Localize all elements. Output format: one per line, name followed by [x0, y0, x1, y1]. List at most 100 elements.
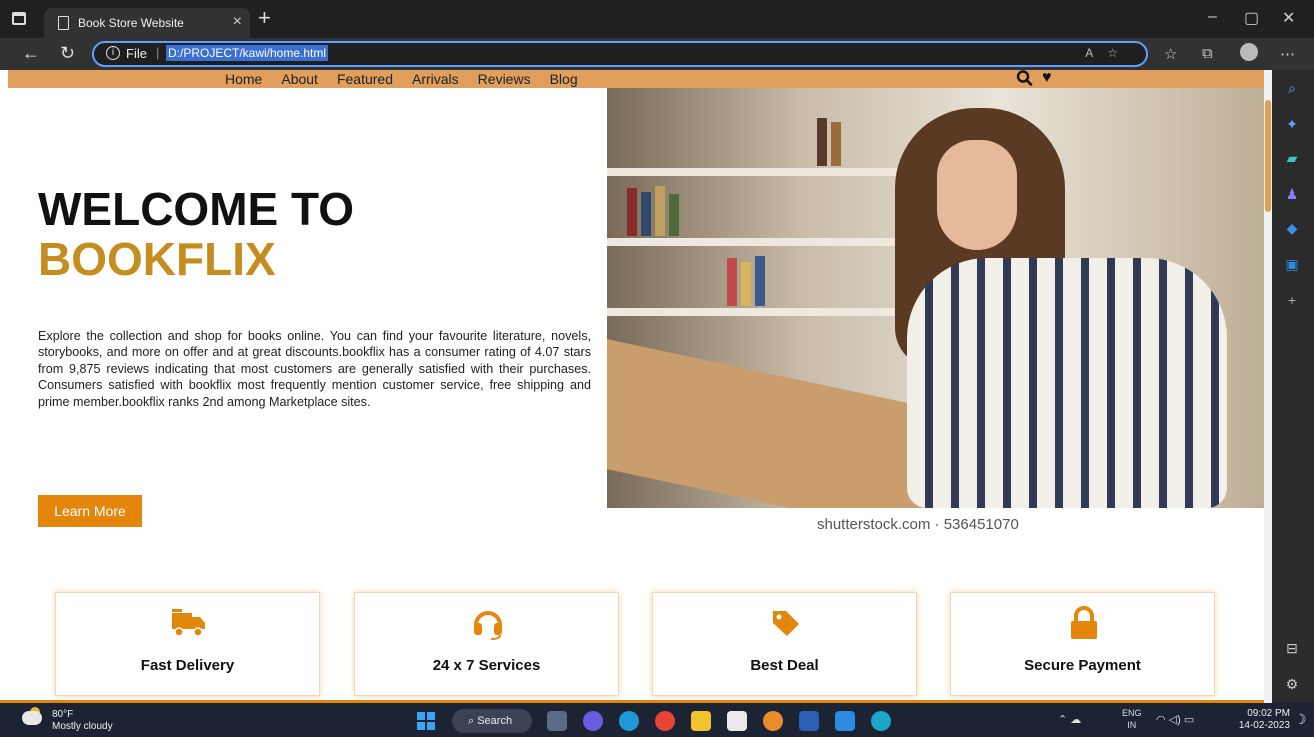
truck-icon	[172, 609, 205, 637]
feature-card-services: 24 x 7 Services	[354, 592, 619, 696]
copilot-icon[interactable]: ✦	[1284, 116, 1300, 132]
image-book	[627, 188, 637, 236]
image-book	[755, 256, 765, 306]
collections-icon[interactable]: ⧉	[1202, 45, 1213, 62]
image-book	[831, 122, 841, 166]
task-view-icon[interactable]	[547, 711, 567, 731]
favorites-icon[interactable]: ☆	[1164, 45, 1177, 63]
add-sidebar-app-icon[interactable]: +	[1284, 292, 1300, 308]
address-scheme: File	[126, 46, 147, 61]
weather-desc: Mostly cloudy	[52, 721, 113, 732]
address-separator: |	[156, 45, 160, 60]
language-indicator[interactable]: ENG IN	[1122, 707, 1142, 731]
edge-icon[interactable]	[619, 711, 639, 731]
browser-sidebar: ⌕ ✦ ▰ ♟ ◆ ▣ + ⊟ ⚙	[1272, 70, 1314, 703]
sidebar-collapse-icon[interactable]: ⊟	[1284, 640, 1300, 656]
browser-tab[interactable]: Book Store Website ×	[44, 8, 250, 38]
nav-link-blog[interactable]: Blog	[550, 71, 578, 87]
heart-icon[interactable]: ♥	[1042, 70, 1052, 86]
lang-line1: ENG	[1122, 708, 1142, 718]
lock-icon	[1071, 606, 1097, 639]
image-shelf	[607, 168, 907, 176]
tab-actions-icon[interactable]	[12, 12, 26, 25]
hero-bookstore-image: shutterstock.com · 536451070	[607, 88, 1264, 544]
weather-cloud-icon[interactable]	[22, 711, 42, 725]
feature-label: 24 x 7 Services	[432, 657, 541, 674]
tray-overflow-icon[interactable]: ⌃ ☁	[1058, 713, 1081, 726]
tag-icon	[773, 611, 799, 636]
calculator-icon[interactable]	[727, 711, 747, 731]
feature-card-fast-delivery: Fast Delivery	[55, 592, 320, 696]
start-button[interactable]	[417, 712, 435, 730]
chrome-profile-icon[interactable]	[763, 711, 783, 731]
image-book	[727, 258, 737, 306]
info-icon[interactable]: i	[106, 46, 120, 60]
nav-link-home[interactable]: Home	[225, 71, 262, 87]
restore-button[interactable]: ▢	[1244, 8, 1259, 28]
image-book	[741, 262, 751, 306]
nav-links: Home About Featured Arrivals Reviews Blo…	[225, 71, 578, 87]
file-explorer-icon[interactable]	[691, 711, 711, 731]
office-icon[interactable]: ◆	[1284, 220, 1300, 236]
hero-description: Explore the collection and shop for book…	[38, 329, 591, 409]
image-watermark: shutterstock.com · 536451070	[817, 516, 1019, 533]
close-window-button[interactable]: ✕	[1282, 8, 1295, 28]
word-icon[interactable]	[799, 711, 819, 731]
hero-title-line1: WELCOME TO	[38, 183, 355, 235]
address-url[interactable]: D:/PROJECT/kawi/home.html	[166, 45, 329, 61]
sidebar-settings-icon[interactable]: ⚙	[1284, 676, 1300, 692]
hero-title: WELCOME TO BOOKFLIX	[38, 184, 354, 284]
image-woman-face	[937, 140, 1017, 250]
shopping-icon[interactable]: ▰	[1284, 150, 1300, 166]
vscode-icon[interactable]	[835, 711, 855, 731]
new-tab-button[interactable]: +	[258, 7, 271, 29]
site-navbar: Home About Featured Arrivals Reviews Blo…	[8, 70, 1264, 88]
nav-link-featured[interactable]: Featured	[337, 71, 393, 87]
sidebar-search-icon[interactable]: ⌕	[1284, 80, 1300, 96]
learn-more-button[interactable]: Learn More	[38, 495, 142, 527]
chrome-icon[interactable]	[655, 711, 675, 731]
headset-icon	[474, 611, 502, 640]
image-woman-sweater	[907, 258, 1227, 508]
outlook-icon[interactable]: ▣	[1284, 256, 1300, 272]
image-book	[669, 194, 679, 236]
image-shelf	[607, 238, 907, 246]
page-scrollbar[interactable]	[1264, 70, 1272, 703]
scrollbar-thumb[interactable]	[1265, 100, 1271, 212]
read-aloud-and-favorite-icons[interactable]: A☆	[1085, 46, 1132, 60]
feature-label: Best Deal	[750, 657, 819, 674]
image-book	[817, 118, 827, 166]
notifications-icon[interactable]: ☽	[1294, 711, 1307, 728]
feature-card-secure-payment: Secure Payment	[950, 592, 1215, 696]
nav-link-reviews[interactable]: Reviews	[478, 71, 531, 87]
nav-link-arrivals[interactable]: Arrivals	[412, 71, 459, 87]
games-icon[interactable]: ♟	[1284, 186, 1300, 202]
chat-icon[interactable]	[583, 711, 603, 731]
weather-widget[interactable]: 80°F Mostly cloudy	[52, 709, 113, 733]
more-menu-icon[interactable]: ⋯	[1280, 45, 1295, 63]
hero-title-brand: BOOKFLIX	[38, 233, 276, 285]
browser-tab-bar: Book Store Website × + – ▢ ✕	[0, 0, 1314, 38]
taskbar-search[interactable]: ⌕ Search	[452, 709, 532, 733]
tab-close-button[interactable]: ×	[233, 13, 242, 31]
web-page: Home About Featured Arrivals Reviews Blo…	[0, 70, 1264, 703]
image-book	[655, 186, 665, 236]
document-icon	[58, 16, 69, 30]
minimize-button[interactable]: –	[1208, 8, 1217, 26]
refresh-icon[interactable]: ↻	[60, 43, 75, 64]
clock-date: 14-02-2023	[1238, 720, 1290, 731]
feature-card-best-deal: Best Deal	[652, 592, 917, 696]
wifi-volume-battery-icons[interactable]: ◠ ◁) ▭	[1156, 713, 1194, 726]
taskbar-clock[interactable]: 09:02 PM 14-02-2023	[1218, 708, 1290, 732]
image-book	[641, 192, 651, 236]
taskbar-search-label: Search	[477, 715, 513, 727]
address-bar[interactable]: i File | D:/PROJECT/kawi/home.html A☆	[92, 41, 1148, 67]
search-icon[interactable]	[1016, 70, 1034, 86]
edge-active-icon[interactable]	[871, 711, 891, 731]
feature-label: Fast Delivery	[140, 657, 235, 674]
image-shelf	[607, 308, 907, 316]
tab-title: Book Store Website	[78, 16, 184, 30]
nav-link-about[interactable]: About	[281, 71, 318, 87]
back-arrow-icon[interactable]: ←	[22, 43, 40, 64]
profile-avatar[interactable]	[1240, 43, 1258, 61]
